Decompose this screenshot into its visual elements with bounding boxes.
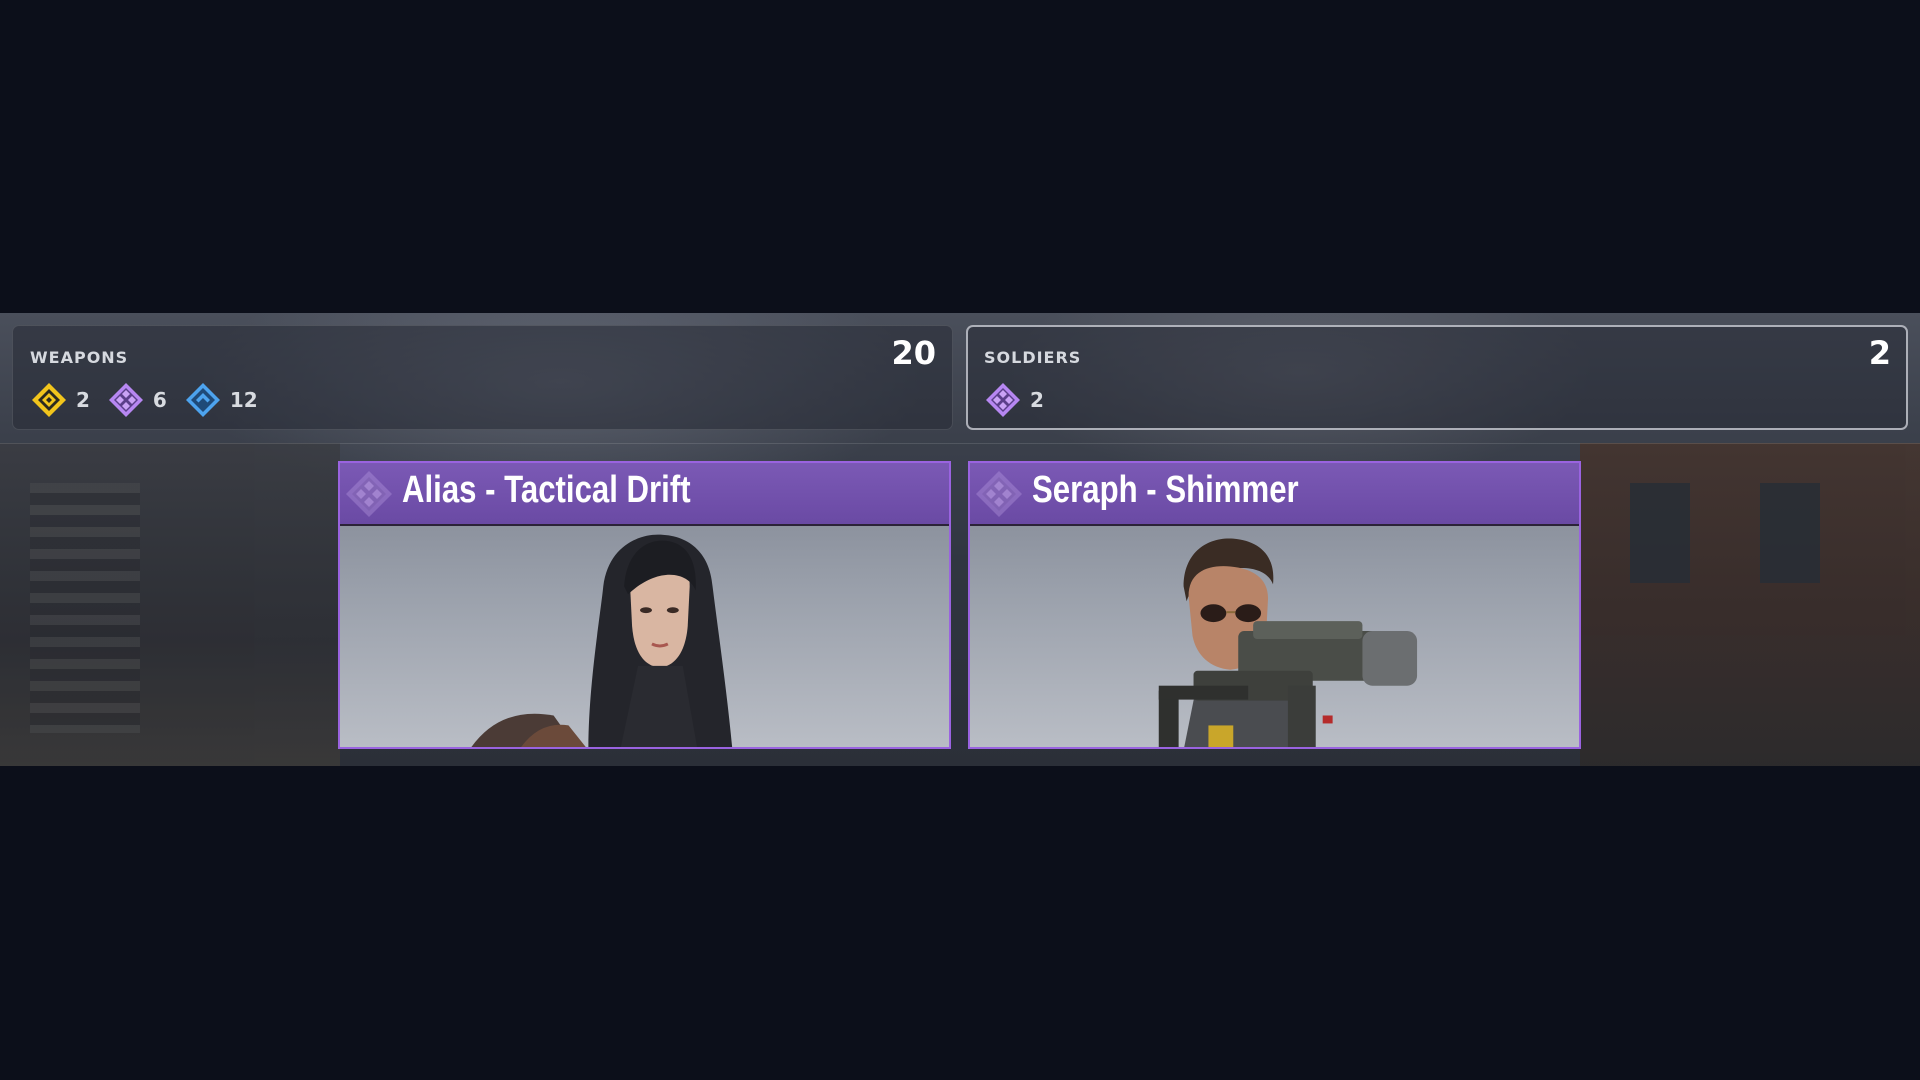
soldiers-summary-panel[interactable]: SOLDIERS 2 2	[966, 325, 1908, 430]
card-header: Alias - Tactical Drift	[340, 463, 949, 526]
card-title: Seraph - Shimmer	[1032, 469, 1299, 511]
blue-count: 12	[229, 388, 258, 412]
man-sunglasses-with-gun-portrait	[1158, 538, 1418, 747]
purple-rarity-icon	[346, 471, 392, 517]
purple-rarity-icon	[108, 383, 143, 417]
purple-rarity-icon	[986, 383, 1020, 417]
purple-rarity-icon	[976, 471, 1022, 517]
rarity-chip-gold: 2	[30, 381, 90, 419]
purple-count: 6	[152, 388, 167, 412]
card-title: Alias - Tactical Drift	[402, 469, 691, 511]
weapons-total: 20	[891, 334, 936, 372]
blue-rarity-icon	[185, 383, 220, 417]
reward-card-seraph[interactable]: Seraph - Shimmer	[968, 461, 1581, 749]
divider	[0, 443, 1920, 444]
soldiers-rarity-list: 2	[984, 381, 1061, 419]
soldiers-total: 2	[1868, 334, 1891, 372]
soldiers-title: SOLDIERS	[984, 348, 1082, 367]
woman-long-black-hair-portrait	[471, 534, 733, 747]
weapons-rarity-list: 2 6 12	[30, 381, 275, 419]
rarity-chip-blue: 12	[184, 381, 258, 419]
building-right	[1580, 443, 1920, 766]
gold-rarity-icon	[32, 383, 66, 417]
reward-card-alias[interactable]: Alias - Tactical Drift	[338, 461, 951, 749]
building-left	[0, 443, 340, 766]
rarity-chip-purple: 6	[107, 381, 167, 419]
gold-count: 2	[76, 388, 90, 412]
purple-count: 2	[1030, 388, 1044, 412]
rarity-chip-purple: 2	[984, 381, 1044, 419]
weapons-title: WEAPONS	[30, 348, 129, 367]
card-header: Seraph - Shimmer	[970, 463, 1579, 526]
weapons-summary-panel[interactable]: WEAPONS 20 2 6 12	[12, 325, 953, 430]
